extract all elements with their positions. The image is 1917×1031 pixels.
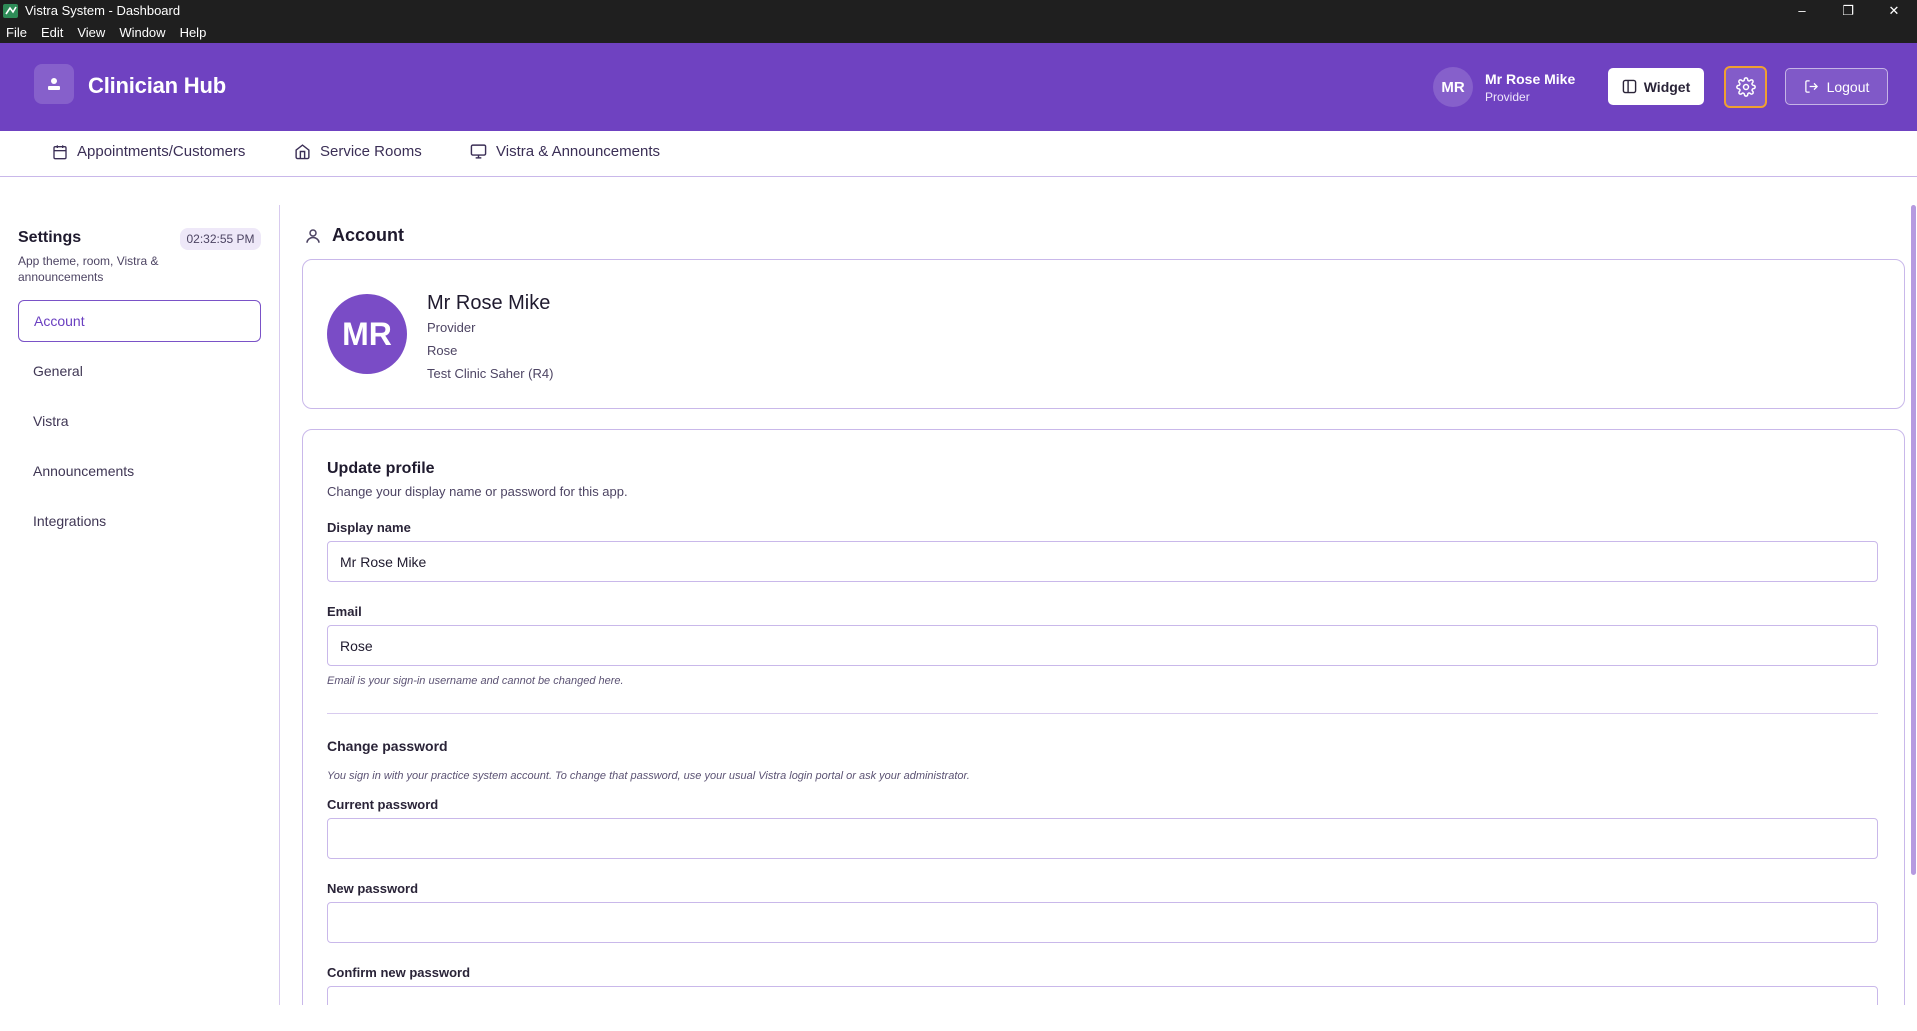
menu-view[interactable]: View: [70, 25, 112, 40]
settings-sidebar: Settings 02:32:55 PM App theme, room, Vi…: [0, 205, 280, 1005]
menu-edit[interactable]: Edit: [34, 25, 70, 40]
home-icon: [295, 144, 310, 160]
update-profile-subtitle: Change your display name or password for…: [327, 484, 628, 499]
tab-vistra-label: Vistra & Announcements: [496, 143, 660, 160]
new-password-input[interactable]: [327, 902, 1878, 943]
widget-button-label: Widget: [1643, 78, 1691, 95]
user-name: Mr Rose Mike: [1485, 71, 1576, 87]
account-section-header: Account: [304, 225, 404, 246]
app-logo-icon: [3, 3, 19, 19]
calendar-icon: [53, 144, 67, 159]
display-name-label: Display name: [327, 520, 411, 535]
sidebar-item-general[interactable]: General: [18, 350, 261, 392]
change-password-hint: You sign in with your practice system ac…: [327, 770, 970, 782]
sidebar-title: Settings: [18, 229, 82, 246]
minimize-button[interactable]: –: [1779, 0, 1825, 21]
main-content: Account MR Mr Rose Mike Provider Rose Te…: [280, 205, 1917, 1029]
account-section-title: Account: [332, 225, 404, 245]
tab-vistra-announcements[interactable]: Vistra & Announcements: [470, 143, 660, 160]
email-hint: Email is your sign-in username and canno…: [327, 675, 624, 687]
tab-appointments[interactable]: Appointments/Customers: [52, 143, 245, 160]
user-role: Provider: [1485, 90, 1530, 104]
sidebar-subtitle: App theme, room, Vistra & announcements: [18, 254, 159, 284]
section-divider: [327, 713, 1878, 714]
main-scrollbar[interactable]: [1911, 205, 1916, 875]
menu-help[interactable]: Help: [173, 25, 214, 40]
email-input[interactable]: [327, 625, 1878, 666]
sidebar-item-integrations[interactable]: Integrations: [18, 500, 261, 542]
clinician-logo-icon: [48, 78, 60, 90]
tab-service-rooms[interactable]: Service Rooms: [294, 143, 422, 160]
update-profile-title: Update profile: [327, 460, 435, 477]
logout-button-label: Logout: [1826, 78, 1870, 95]
monitor-icon: [470, 144, 487, 159]
sidebar-item-account[interactable]: Account: [18, 300, 261, 342]
user-icon: [306, 228, 320, 243]
profile-clinic: Test Clinic Saher (R4): [427, 366, 554, 381]
update-profile-card: Update profile Change your display name …: [302, 429, 1905, 1029]
current-password-input[interactable]: [327, 818, 1878, 859]
panel-icon: [1622, 79, 1637, 94]
profile-avatar: MR: [327, 294, 407, 374]
brand-logo: [34, 64, 74, 104]
current-password-label: Current password: [327, 797, 439, 812]
window-title: Vistra System - Dashboard: [25, 3, 181, 18]
profile-username: Rose: [427, 343, 458, 358]
sidebar-item-announcements[interactable]: Announcements: [18, 450, 261, 492]
logout-icon: [1804, 80, 1818, 93]
confirm-password-label: Confirm new password: [327, 965, 471, 980]
brand-title: Clinician Hub: [88, 73, 226, 98]
new-password-label: New password: [327, 881, 419, 896]
window-bottom-edge: [0, 1005, 1917, 1031]
change-password-title: Change password: [327, 738, 448, 754]
settings-button[interactable]: [1724, 66, 1767, 108]
profile-role: Provider: [427, 320, 476, 335]
sidebar-item-vistra[interactable]: Vistra: [18, 400, 261, 442]
tab-service-rooms-label: Service Rooms: [320, 143, 422, 160]
tab-appointments-label: Appointments/Customers: [77, 143, 246, 160]
logout-button[interactable]: Logout: [1785, 68, 1888, 105]
maximize-button[interactable]: ❐: [1825, 0, 1871, 21]
main-tabs: Appointments/Customers Service Rooms Vis…: [0, 131, 1917, 177]
menu-bar: File Edit View Window Help: [0, 21, 1917, 43]
menu-file[interactable]: File: [0, 25, 34, 40]
window-titlebar: Vistra System - Dashboard – ❐ ✕: [0, 0, 1917, 21]
menu-window[interactable]: Window: [112, 25, 172, 40]
display-name-input[interactable]: [327, 541, 1878, 582]
email-label: Email: [327, 604, 362, 619]
app-header: Clinician Hub MR Mr Rose Mike Provider W…: [0, 43, 1917, 131]
clock-badge: 02:32:55 PM: [180, 228, 261, 250]
close-window-button[interactable]: ✕: [1871, 0, 1917, 21]
window-controls: – ❐ ✕: [1779, 0, 1917, 21]
user-avatar: MR: [1433, 67, 1473, 107]
profile-name: Mr Rose Mike: [427, 292, 551, 314]
gear-icon: [1735, 77, 1756, 97]
widget-button[interactable]: Widget: [1608, 68, 1704, 105]
profile-card: MR Mr Rose Mike Provider Rose Test Clini…: [302, 259, 1905, 409]
